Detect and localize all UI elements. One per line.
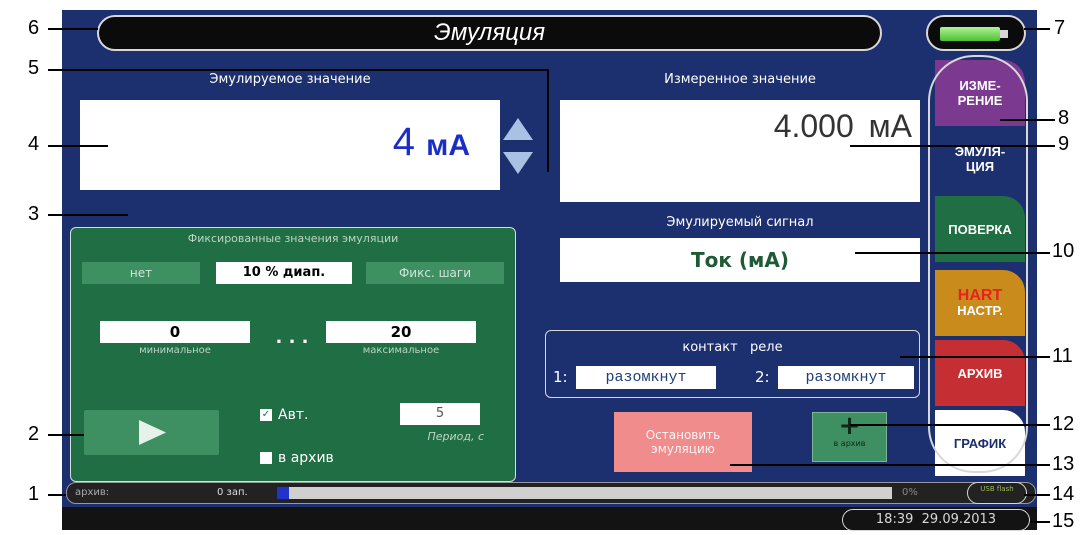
- measured-unit: мА: [868, 108, 912, 144]
- battery-tip: [1000, 30, 1008, 38]
- callout-1: 1: [28, 483, 40, 505]
- callout-line-5b: [547, 69, 549, 172]
- decrease-arrow-icon[interactable]: [503, 152, 533, 174]
- callout-line-5: [48, 69, 548, 71]
- emulated-value-field[interactable]: 4 мА: [80, 100, 500, 190]
- relay1-label: 1:: [553, 368, 568, 386]
- callout-line-7: [1024, 28, 1050, 30]
- checkbox-unchecked-icon: [260, 452, 272, 464]
- archive-status-label: архив:: [75, 487, 110, 498]
- min-label: минимальное: [139, 345, 211, 356]
- option-none-button[interactable]: нет: [82, 262, 200, 284]
- callout-14: 14: [1052, 483, 1075, 505]
- callout-8: 8: [1058, 107, 1070, 129]
- callout-15: 15: [1052, 510, 1075, 532]
- callout-line-2: [48, 434, 84, 436]
- callout-10: 10: [1052, 240, 1075, 262]
- relay1-state: разомкнут: [576, 366, 716, 389]
- archive-percent: 0%: [902, 487, 918, 498]
- stop-emulation-button[interactable]: Остановить эмуляцию: [614, 412, 752, 472]
- callout-7: 7: [1054, 17, 1066, 39]
- callout-3: 3: [28, 203, 40, 225]
- archive-progress-bar: [277, 487, 892, 499]
- period-field[interactable]: 5: [400, 403, 480, 425]
- fixed-heading: Фиксированные значения эмуляции: [187, 232, 399, 245]
- callout-4: 4: [28, 133, 40, 155]
- callout-line-14: [1024, 494, 1050, 496]
- usb-flash-indicator: USB flash: [967, 482, 1027, 504]
- archive-count: 0 зап.: [217, 487, 248, 498]
- battery-indicator: [926, 15, 1026, 51]
- clock-time: 18:39: [875, 512, 914, 527]
- emulated-unit: мА: [426, 129, 470, 162]
- signal-select[interactable]: Ток (мА): [560, 238, 920, 282]
- play-button[interactable]: [84, 410, 219, 455]
- callout-line-3: [48, 214, 128, 216]
- archive-label: в архив: [278, 450, 334, 466]
- increase-arrow-icon[interactable]: [503, 118, 533, 140]
- callout-9: 9: [1058, 133, 1070, 155]
- clock: 18:39 29.09.2013: [842, 509, 1030, 531]
- hart-logo: HART: [957, 287, 1003, 304]
- add-to-archive-button[interactable]: + в архив: [812, 412, 887, 462]
- auto-checkbox[interactable]: ✓ Авт.: [260, 407, 308, 423]
- callout-line-13: [730, 464, 1050, 466]
- callout-2: 2: [28, 423, 40, 445]
- period-label: Период, с: [427, 430, 484, 443]
- checkbox-checked-icon: ✓: [260, 409, 272, 421]
- relay2-label: 2:: [755, 368, 770, 386]
- callout-13: 13: [1052, 453, 1075, 475]
- callout-12: 12: [1052, 413, 1075, 435]
- add-to-archive-label: в архив: [833, 439, 866, 448]
- callout-line-10: [855, 252, 1050, 254]
- page-title: Эмуляция: [97, 15, 882, 51]
- callout-line-6: [48, 28, 98, 30]
- tab-settings[interactable]: HART НАСТР.: [935, 270, 1025, 336]
- callout-line-12: [850, 424, 1050, 426]
- callout-line-11: [900, 356, 1050, 358]
- max-value-field[interactable]: 20: [326, 321, 476, 343]
- relay-heading: контакт реле: [682, 340, 783, 355]
- relay2-state: разомкнут: [778, 366, 914, 389]
- option-fixed-steps-button[interactable]: Фикс. шаги: [366, 262, 504, 284]
- tab-measurement[interactable]: ИЗМЕ- РЕНИЕ: [935, 60, 1025, 126]
- archive-checkbox[interactable]: в архив: [260, 450, 334, 466]
- signal-heading: Эмулируемый сигнал: [666, 215, 814, 230]
- option-10pct-button[interactable]: 10 % диап.: [216, 262, 352, 284]
- callout-line-9: [850, 145, 1055, 147]
- emulated-value: 4: [392, 120, 416, 164]
- callout-line-4: [48, 145, 108, 147]
- measured-value: 4.000: [773, 108, 854, 144]
- plus-icon: +: [838, 411, 861, 441]
- callout-line-15: [1030, 521, 1050, 523]
- archive-progress-fill: [277, 487, 290, 499]
- callout-line-1: [48, 494, 66, 496]
- min-value-field[interactable]: 0: [100, 321, 250, 343]
- callout-11: 11: [1052, 345, 1073, 367]
- tab-graph[interactable]: ГРАФИК: [935, 410, 1025, 476]
- measured-value-field: 4.000 мА: [560, 100, 920, 202]
- auto-label: Авт.: [278, 407, 309, 423]
- measured-heading: Измеренное значение: [664, 72, 816, 87]
- callout-6: 6: [28, 17, 40, 39]
- clock-date: 29.09.2013: [921, 512, 997, 527]
- max-label: максимальное: [362, 345, 440, 356]
- tab-archive[interactable]: АРХИВ: [935, 340, 1025, 406]
- play-icon: [139, 420, 166, 445]
- range-dots: . . .: [275, 327, 309, 348]
- tab-emulation[interactable]: ЭМУЛЯ- ЦИЯ: [935, 126, 1025, 192]
- callout-5: 5: [28, 57, 40, 79]
- callout-line-8: [1000, 119, 1055, 121]
- status-bar: архив: 0 зап. 0% USB flash: [66, 482, 1036, 504]
- emulated-heading: Эмулируемое значение: [209, 72, 371, 87]
- battery-icon: [940, 27, 1000, 41]
